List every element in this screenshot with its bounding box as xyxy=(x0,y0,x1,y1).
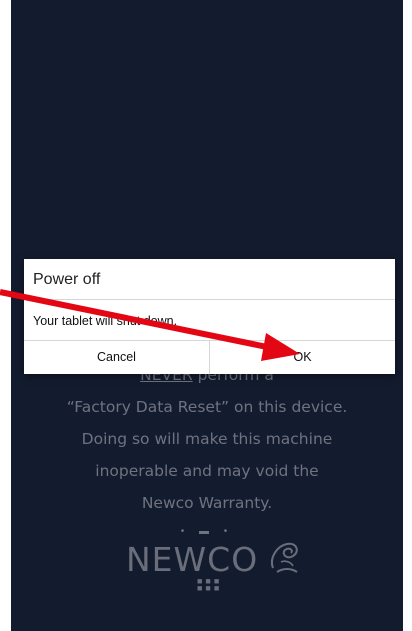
logo-wordmark: NEWCO xyxy=(126,540,259,579)
warning-line-3: Doing so will make this machine xyxy=(81,430,333,448)
warning-line-5: Newco Warranty. xyxy=(141,494,273,512)
newco-logo: NEWCO ■■■ ■■■ xyxy=(11,536,403,593)
logo-swirl-icon xyxy=(271,542,298,573)
ok-button[interactable]: OK xyxy=(210,341,395,374)
dialog-title: Power off xyxy=(33,271,101,288)
cancel-button[interactable]: Cancel xyxy=(24,341,209,374)
warning-line-4: inoperable and may void the xyxy=(95,462,319,480)
dialog-message: Your tablet will shut down. xyxy=(33,314,178,328)
dialog-title-divider xyxy=(24,299,395,300)
warning-line-2: “Factory Data Reset” on this device. xyxy=(66,398,348,416)
logo-grid-dots: ■■■ ■■■ xyxy=(197,576,223,593)
power-off-dialog: Power off Your tablet will shut down. Ca… xyxy=(24,259,395,374)
screenshot-frame: NEVER perform a “Factory Data Reset” on … xyxy=(0,0,412,631)
factory-reset-warning: NEVER perform a “Factory Data Reset” on … xyxy=(11,359,403,519)
